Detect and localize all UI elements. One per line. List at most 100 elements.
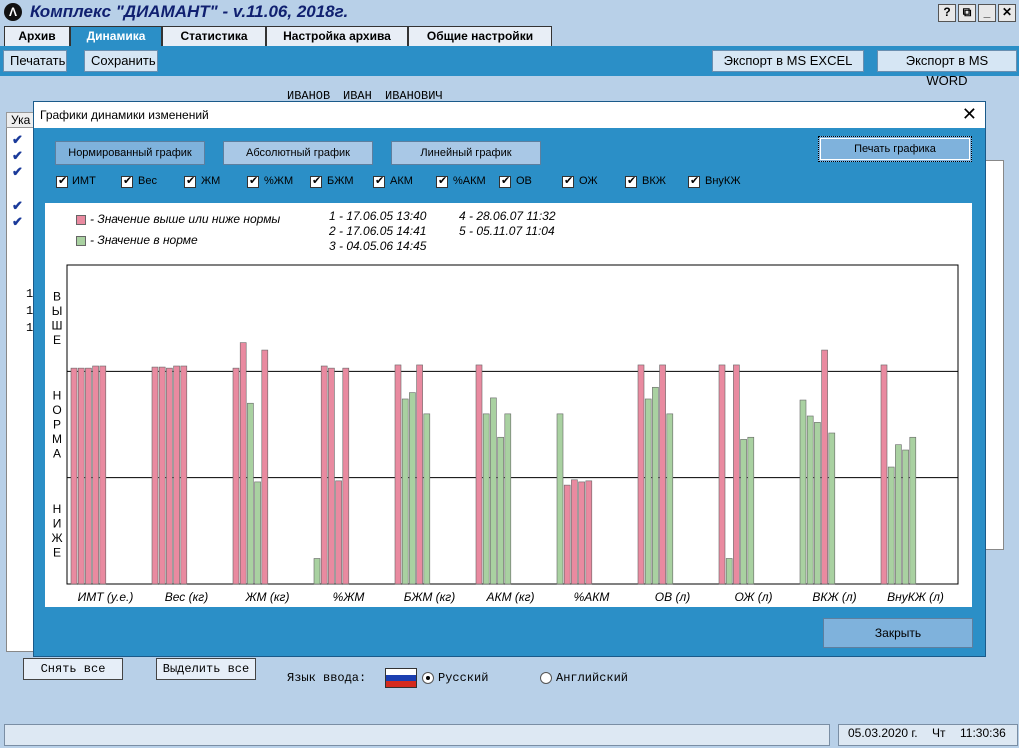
bar-4-2 [320, 365, 328, 585]
checkbox-bzhm-label: БЖМ [327, 175, 354, 187]
bar-7-5 [585, 480, 593, 585]
bar-8-2 [644, 398, 652, 585]
normalized-chart-button[interactable]: Нормированный график [55, 141, 205, 165]
deselect-all-button[interactable]: Снять все [23, 658, 123, 680]
bar-1-5 [99, 365, 107, 585]
minimize-button[interactable]: _ [978, 4, 996, 22]
bar-9-3 [733, 364, 740, 585]
bar-5-3 [409, 392, 416, 585]
column-header: Ука [6, 112, 36, 128]
checkbox-pct-akm[interactable] [436, 174, 448, 188]
check-icon[interactable]: ✔ [12, 198, 23, 214]
print-button[interactable]: Печатать [3, 50, 67, 72]
linear-chart-button[interactable]: Линейный график [391, 141, 541, 165]
category-label: ИМТ (у.е.) [78, 590, 134, 604]
absolute-chart-button[interactable]: Абсолютный график [223, 141, 373, 165]
help-button[interactable]: ? [938, 4, 956, 22]
check-icon[interactable]: ✔ [12, 148, 23, 164]
tab-archive-settings[interactable]: Настройка архива [266, 26, 408, 46]
bar-11-2 [887, 466, 895, 585]
checkbox-vnukzh[interactable] [688, 174, 700, 188]
zone-label-norm: НОРМА [52, 389, 62, 461]
check-icon[interactable]: ✔ [12, 214, 23, 230]
category-label: Вес (кг) [165, 590, 208, 604]
bar-4-1 [313, 558, 321, 585]
dialog-title: Графики динамики изменений [40, 108, 209, 122]
checkbox-ozh[interactable] [562, 174, 574, 188]
bar-6-5 [504, 413, 512, 585]
app-logo-icon: Λ [4, 3, 22, 21]
input-language-label: Язык ввода: [287, 671, 367, 685]
checkbox-pct-akm-label: %АКМ [453, 175, 486, 187]
checkbox-pct-zhm-label: %ЖМ [264, 175, 294, 187]
bar-11-5 [909, 436, 917, 585]
checkbox-imt-label: ИМТ [72, 175, 96, 187]
bar-5-2 [401, 398, 409, 585]
checkbox-ov[interactable] [499, 174, 511, 188]
checkbox-pct-zhm[interactable] [247, 174, 259, 188]
bar-1-2 [77, 367, 85, 585]
bar-3-5 [261, 349, 269, 585]
main-tabs: Архив Динамика Статистика Настройка архи… [0, 26, 1019, 46]
category-label: %АКМ [574, 590, 610, 604]
bar-7-1 [556, 413, 564, 585]
zone-label-low: НИЖЕ [51, 502, 62, 560]
tab-archive[interactable]: Архив [4, 26, 70, 46]
bar-1-4 [92, 365, 99, 585]
close-app-button[interactable]: ✕ [998, 4, 1016, 22]
bar-3-4 [254, 481, 261, 585]
close-dialog-button[interactable]: Закрыть [823, 618, 973, 648]
export-word-button[interactable]: Экспорт в MS WORD [877, 50, 1017, 88]
checkbox-imt[interactable] [56, 174, 68, 188]
bar-4-4 [335, 480, 342, 585]
restore-button[interactable]: ⧉ [958, 4, 976, 22]
tab-statistics[interactable]: Статистика [162, 26, 266, 46]
category-label: ОВ (л) [655, 590, 690, 604]
checkbox-weight[interactable] [121, 174, 133, 188]
tab-dynamics[interactable]: Динамика [70, 26, 162, 46]
radio-russian[interactable] [422, 672, 434, 684]
checkbox-bzhm[interactable] [310, 174, 322, 188]
bar-6-3 [490, 397, 497, 585]
bar-11-4 [902, 449, 909, 585]
checkbox-ozh-label: ОЖ [579, 175, 598, 187]
export-excel-button[interactable]: Экспорт в MS EXCEL [712, 50, 864, 72]
right-panel [984, 160, 1004, 550]
category-label: БЖМ (кг) [404, 590, 455, 604]
checkbox-zhm-label: ЖМ [201, 175, 221, 187]
category-label: %ЖМ [333, 590, 365, 604]
bar-9-1 [718, 364, 726, 585]
check-icon[interactable]: ✔ [12, 164, 23, 180]
bar-10-2 [806, 415, 814, 585]
bar-10-3 [814, 422, 821, 585]
dialog-title-bar: Графики динамики изменений ✕ [34, 102, 985, 128]
bar-5-4 [416, 364, 423, 585]
bar-1-3 [85, 367, 92, 585]
checkbox-zhm[interactable] [184, 174, 196, 188]
bar-7-2 [563, 484, 571, 585]
status-weekday: Чт [932, 726, 946, 740]
bar-11-3 [895, 444, 902, 585]
zone-label-high: ВЫШЕ [52, 289, 63, 347]
checkbox-akm-label: АКМ [390, 175, 413, 187]
save-button[interactable]: Сохранить [84, 50, 158, 72]
tab-general-settings[interactable]: Общие настройки [408, 26, 552, 46]
bar-6-2 [482, 413, 490, 585]
dialog-close-icon[interactable]: ✕ [962, 104, 977, 124]
bar-7-4 [578, 481, 585, 585]
category-label: ЖМ (кг) [245, 590, 290, 604]
bar-2-1 [151, 366, 159, 585]
bar-10-5 [828, 432, 836, 585]
radio-english[interactable] [540, 672, 552, 684]
bar-1-1 [70, 367, 78, 585]
print-chart-button[interactable]: Печать графика [818, 136, 972, 162]
select-all-button[interactable]: Выделить все [156, 658, 256, 680]
status-time: 11:30:36 [960, 726, 1006, 740]
category-label: АКМ (кг) [486, 590, 535, 604]
bar-2-3 [166, 367, 173, 585]
check-icon[interactable]: ✔ [12, 132, 23, 148]
status-field-main [4, 724, 830, 746]
russian-flag-icon [385, 668, 417, 688]
checkbox-vkzh[interactable] [625, 174, 637, 188]
checkbox-akm[interactable] [373, 174, 385, 188]
